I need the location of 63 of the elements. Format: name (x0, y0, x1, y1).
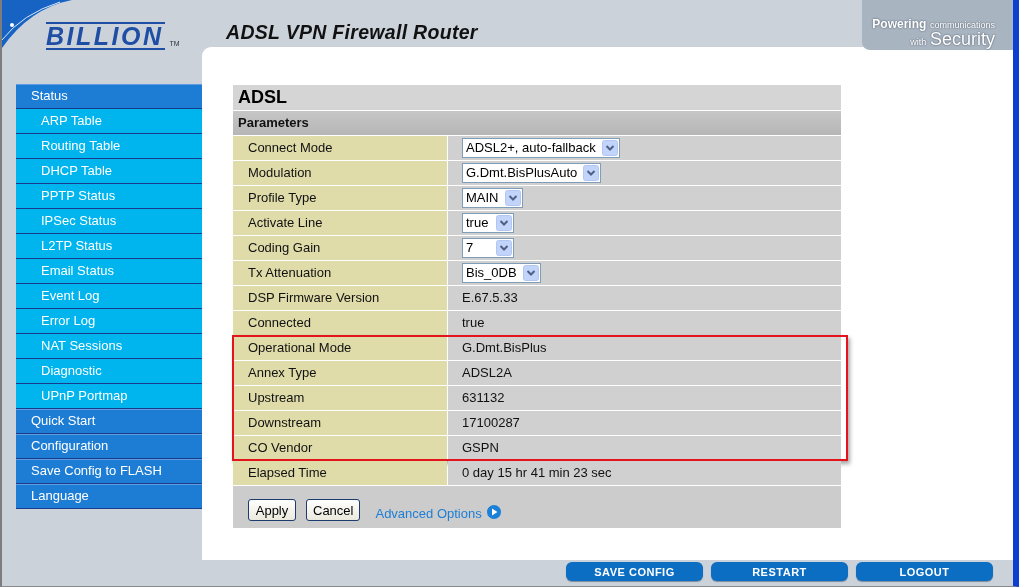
table-cell: Annex Type (233, 361, 447, 385)
sidebar-item[interactable]: Status (16, 84, 202, 109)
logo-text: BILLION (46, 22, 165, 50)
dropdown[interactable]: true (462, 213, 514, 233)
table-cell: 631132 (448, 386, 841, 410)
table-cell: Modulation (233, 161, 447, 185)
sidebar-item[interactable]: Save Config to FLASH (16, 459, 202, 484)
table-cell: Downstream (233, 411, 447, 435)
table-cell: Connect Mode (233, 136, 447, 160)
footer-button[interactable]: RESTART (711, 562, 848, 581)
sidebar-subitem[interactable]: L2TP Status (16, 234, 202, 259)
dropdown[interactable]: ADSL2+, auto-fallback (462, 138, 620, 158)
sidebar-subitem[interactable]: Error Log (16, 309, 202, 334)
caret-icon (496, 215, 512, 231)
dropdown[interactable]: MAIN (462, 188, 523, 208)
sidebar-subitem[interactable]: PPTP Status (16, 184, 202, 209)
sidebar-subitem[interactable]: ARP Table (16, 109, 202, 134)
form-button[interactable]: Apply (248, 499, 296, 521)
table-cell: GSPN (448, 436, 841, 460)
table-cell: G.Dmt.BisPlus (448, 336, 841, 360)
caret-icon (583, 165, 600, 181)
tagline-text: Powering communications with Security (862, 0, 1013, 50)
dropdown[interactable]: G.Dmt.BisPlusAuto (462, 163, 602, 183)
table-cell: Tx Attenuation (233, 261, 447, 285)
sidebar-item[interactable]: Quick Start (16, 409, 202, 434)
table-cell: Upstream (233, 386, 447, 410)
table-cell: Profile Type (233, 186, 447, 210)
table-cell: Operational Mode (233, 336, 447, 360)
table-cell: Connected (233, 311, 447, 335)
caret-icon (504, 190, 521, 206)
caret-icon (522, 265, 539, 281)
table-cell: 0 day 15 hr 41 min 23 sec (448, 461, 841, 485)
play-circle-icon (486, 504, 501, 519)
sidebar-subitem[interactable]: IPSec Status (16, 209, 202, 234)
table-cell: DSP Firmware Version (233, 286, 447, 310)
table-cell: 17100287 (448, 411, 841, 435)
table-cell: CO Vendor (233, 436, 447, 460)
sidebar-subitem[interactable]: Email Status (16, 259, 202, 284)
table-cell: true (448, 311, 841, 335)
footer-button[interactable]: LOGOUT (856, 562, 993, 581)
sidebar-item[interactable]: Configuration (16, 434, 202, 459)
table-cell: E.67.5.33 (448, 286, 841, 310)
dropdown[interactable]: 7 (462, 238, 514, 258)
caret-icon (601, 140, 618, 156)
footer-button[interactable]: SAVE CONFIG (566, 562, 703, 581)
sidebar-item[interactable]: Language (16, 484, 202, 509)
section-title: ADSL (233, 85, 841, 110)
table-cell: Coding Gain (233, 236, 447, 260)
sidebar-subitem[interactable]: UPnP Portmap (16, 384, 202, 409)
table-cell: ADSL2A (448, 361, 841, 385)
form-button[interactable]: Cancel (306, 499, 361, 521)
advanced-options-link[interactable]: Advanced Options (375, 505, 501, 521)
section-header: Parameters (233, 111, 841, 135)
sidebar-subitem[interactable]: Routing Table (16, 134, 202, 159)
dropdown[interactable]: Bis_0DB (462, 263, 541, 283)
caret-icon (496, 240, 512, 256)
page-title: ADSL VPN Firewall Router (226, 21, 478, 45)
sidebar-subitem[interactable]: Event Log (16, 284, 202, 309)
sidebar-subitem[interactable]: DHCP Table (16, 159, 202, 184)
sidebar-subitem[interactable]: Diagnostic (16, 359, 202, 384)
table-cell: Activate Line (233, 211, 447, 235)
sidebar-subitem[interactable]: NAT Sessions (16, 334, 202, 359)
table-cell: Elapsed Time (233, 461, 447, 485)
